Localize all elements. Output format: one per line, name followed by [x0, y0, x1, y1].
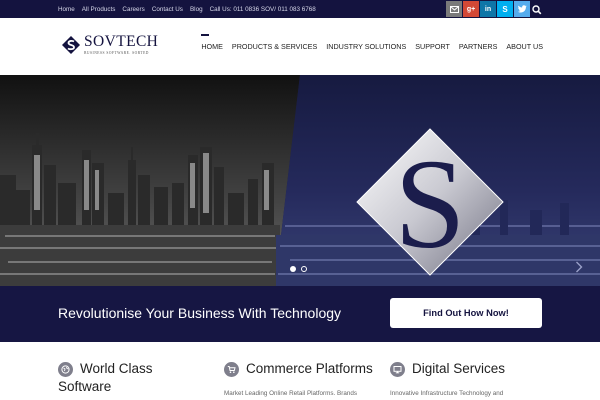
logo-name: SOVTECH: [84, 33, 159, 50]
cart-icon: [224, 362, 239, 377]
nav-home[interactable]: HOME: [201, 34, 223, 51]
slider-dot-2[interactable]: [301, 266, 307, 272]
service-title: Digital Services: [412, 361, 506, 376]
service-description: Market Leading Online Retail Platforms. …: [224, 390, 357, 397]
nav-products-services[interactable]: PRODUCTS & SERVICES: [232, 42, 317, 51]
monitor-icon: [390, 362, 405, 377]
twitter-icon[interactable]: [514, 1, 530, 17]
logo-tagline: BUSINESS SOFTWARE. SORTED: [84, 51, 149, 55]
service-title-line2: Software: [58, 379, 112, 394]
social-links: g+ in S: [446, 1, 531, 17]
search-icon[interactable]: [531, 3, 543, 15]
find-out-button[interactable]: Find Out How Now!: [390, 298, 542, 328]
logo-mark-icon: [62, 36, 80, 54]
top-link-blog[interactable]: Blog: [190, 6, 203, 13]
site-logo[interactable]: SOVTECH BUSINESS SOFTWARE. SORTED: [60, 34, 158, 60]
nav-industry-solutions[interactable]: INDUSTRY SOLUTIONS: [326, 42, 406, 51]
top-link-home[interactable]: Home: [58, 6, 75, 13]
google-plus-icon[interactable]: g+: [463, 1, 479, 17]
nav-support[interactable]: SUPPORT: [415, 42, 450, 51]
cta-text: Revolutionise Your Business With Technol…: [58, 305, 342, 321]
service-world-class-software: World Class Software: [58, 361, 153, 394]
cta-band: Revolutionise Your Business With Technol…: [0, 286, 600, 342]
services-section: World Class Software Commerce Platforms …: [0, 342, 600, 400]
top-link-all-products[interactable]: All Products: [82, 6, 116, 13]
hero-slider[interactable]: S: [0, 75, 600, 286]
service-title-line1: World Class: [80, 361, 153, 376]
service-title: Commerce Platforms: [246, 361, 373, 376]
mail-icon[interactable]: [446, 1, 462, 17]
hero-city-image: S: [0, 75, 600, 286]
skype-icon[interactable]: S: [497, 1, 513, 17]
site-header: SOVTECH BUSINESS SOFTWARE. SORTED HOME P…: [0, 18, 600, 75]
nav-about-us[interactable]: ABOUT US: [506, 42, 543, 51]
top-link-careers[interactable]: Careers: [122, 6, 144, 13]
slider-dot-1[interactable]: [290, 266, 296, 272]
service-digital-services: Digital Services Innovative Infrastructu…: [390, 361, 505, 397]
service-description: Innovative Infrastructure Technology and: [390, 390, 504, 397]
top-link-contact-us[interactable]: Contact Us: [152, 6, 183, 13]
slider-dots: [290, 266, 312, 272]
nav-partners[interactable]: PARTNERS: [459, 42, 497, 51]
phone-number: Call Us: 011 0836 SOV/ 011 083 6768: [209, 5, 316, 13]
service-commerce-platforms: Commerce Platforms Market Leading Online…: [224, 361, 373, 397]
top-links: Home All Products Careers Contact Us Blo…: [58, 0, 316, 18]
globe-icon: [58, 362, 73, 377]
linkedin-icon[interactable]: in: [480, 1, 496, 17]
main-nav: HOME PRODUCTS & SERVICES INDUSTRY SOLUTI…: [192, 18, 543, 75]
hero-logo-letter: S: [394, 133, 465, 275]
slider-next-arrow-icon[interactable]: [575, 260, 583, 273]
top-bar: Home All Products Careers Contact Us Blo…: [0, 0, 600, 18]
